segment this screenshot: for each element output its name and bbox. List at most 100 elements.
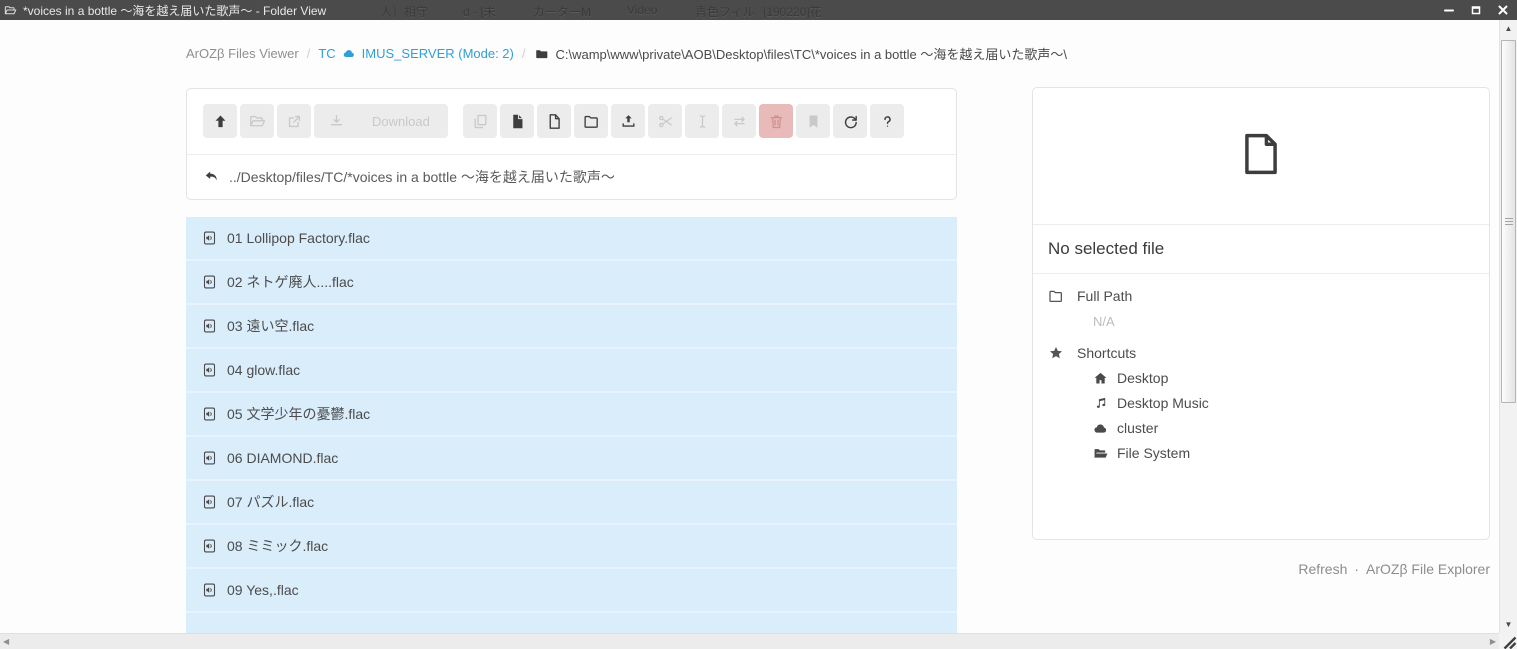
- maximize-button[interactable]: [1467, 2, 1485, 17]
- main-card: Download ../Desktop/files/TC/*voices in …: [186, 88, 957, 200]
- file-outline-icon: [546, 113, 563, 130]
- audio-file-icon: [202, 406, 217, 422]
- music-icon: [1093, 396, 1108, 411]
- current-directory-path: C:\wamp\www\private\AOB\Desktop\files\TC…: [556, 44, 1067, 63]
- toolbar-button-bookmark[interactable]: [796, 104, 830, 138]
- back-arrow-icon[interactable]: [203, 169, 220, 185]
- toolbar-button-refresh[interactable]: [833, 104, 867, 138]
- audio-file-icon: [202, 362, 217, 378]
- file-row[interactable]: 05 文学少年の憂鬱.flac: [186, 393, 957, 437]
- shortcuts-label: Shortcuts: [1077, 345, 1136, 361]
- audio-file-icon: [202, 538, 217, 554]
- audio-file-icon: [202, 494, 217, 510]
- scroll-left-button[interactable]: ◀: [3, 637, 9, 646]
- file-row[interactable]: 08 ミミック.flac: [186, 525, 957, 569]
- bookmark-icon: [805, 113, 822, 130]
- file-row[interactable]: 02 ネトゲ廃人....flac: [186, 261, 957, 305]
- file-row[interactable]: 01 Lollipop Factory.flac: [186, 217, 957, 261]
- breadcrumb-separator: /: [307, 46, 311, 61]
- scroll-right-button[interactable]: ▶: [1490, 637, 1496, 646]
- file-row[interactable]: 03 遠い空.flac: [186, 305, 957, 349]
- cloud-icon: [1093, 421, 1108, 436]
- titlebar-ghost-text: [190220]花: [763, 3, 822, 20]
- toolbar-button-move[interactable]: [722, 104, 756, 138]
- file-name: 05 文学少年の憂鬱.flac: [227, 404, 370, 424]
- toolbar-button-help[interactable]: [870, 104, 904, 138]
- audio-file-icon: [202, 274, 217, 290]
- home-icon: [1093, 371, 1108, 386]
- file-preview-icon: [1235, 123, 1287, 190]
- folder-outline-icon: [1048, 288, 1064, 304]
- refresh-link[interactable]: Refresh: [1298, 561, 1347, 577]
- relative-path-text: ../Desktop/files/TC/*voices in a bottle …: [229, 167, 615, 187]
- footer-separator: ·: [1354, 561, 1359, 577]
- breadcrumb-path: C:\wamp\www\private\AOB\Desktop\files\TC…: [534, 44, 1067, 63]
- refresh-icon: [842, 113, 859, 130]
- toolbar-button-delete[interactable]: [759, 104, 793, 138]
- trash-icon: [768, 113, 785, 130]
- audio-file-icon: [202, 318, 217, 334]
- scroll-up-button[interactable]: ▲: [1500, 20, 1517, 37]
- path-bar: ../Desktop/files/TC/*voices in a bottle …: [187, 155, 956, 199]
- vertical-scroll-thumb[interactable]: [1501, 40, 1516, 403]
- file-row[interactable]: 09 Yes,.flac: [186, 569, 957, 613]
- toolbar-button-open-external[interactable]: [277, 104, 311, 138]
- file-name: 03 遠い空.flac: [227, 316, 314, 336]
- horizontal-scrollbar[interactable]: ◀ ▶: [0, 633, 1499, 649]
- question-icon: [879, 113, 896, 130]
- close-button[interactable]: [1494, 2, 1512, 17]
- audio-file-icon: [202, 450, 217, 466]
- full-path-label: Full Path: [1077, 288, 1132, 304]
- upload-icon: [620, 113, 637, 130]
- cloud-icon: [341, 47, 357, 60]
- toolbar-button-new-file[interactable]: [537, 104, 571, 138]
- minimize-button[interactable]: [1440, 2, 1458, 17]
- audio-file-icon: [202, 582, 217, 598]
- shortcut-list: Desktop Desktop Music cluster File Syste…: [1093, 370, 1474, 461]
- titlebar-ghost-text: カーターM: [533, 3, 591, 20]
- shortcut-item-cluster[interactable]: cluster: [1093, 420, 1474, 436]
- file-name: 04 glow.flac: [227, 362, 300, 378]
- file-row[interactable]: 04 glow.flac: [186, 349, 957, 393]
- external-link-icon: [286, 113, 303, 130]
- scissors-icon: [657, 113, 674, 130]
- toolbar-button-upload[interactable]: [611, 104, 645, 138]
- folder-open-icon: [249, 113, 266, 130]
- titlebar-ghost-text: Video: [627, 3, 657, 17]
- file-name: 08 ミミック.flac: [227, 536, 328, 556]
- shortcut-item-file-system[interactable]: File System: [1093, 445, 1474, 461]
- toolbar-button-new-folder[interactable]: [574, 104, 608, 138]
- toolbar-button-rename[interactable]: [685, 104, 719, 138]
- file-name: 07 パズル.flac: [227, 492, 314, 512]
- breadcrumb-server: IMUS_SERVER (Mode: 2): [362, 46, 514, 61]
- file-row[interactable]: 06 DIAMOND.flac: [186, 437, 957, 481]
- toolbar-button-cut[interactable]: [648, 104, 682, 138]
- no-selected-file-title: No selected file: [1033, 225, 1489, 274]
- file-list: 01 Lollipop Factory.flac 02 ネトゲ廃人....fla…: [186, 217, 957, 633]
- file-row[interactable]: 07 パズル.flac: [186, 481, 957, 525]
- breadcrumb-separator: /: [522, 46, 526, 61]
- exchange-icon: [731, 113, 748, 130]
- vertical-scrollbar[interactable]: ▲ ▼: [1499, 20, 1517, 633]
- toolbar-button-go-up[interactable]: [203, 104, 237, 138]
- footer-app-name[interactable]: ArOZβ File Explorer: [1366, 561, 1490, 577]
- paste-icon: [509, 113, 526, 130]
- full-path-value: N/A: [1093, 314, 1474, 329]
- toolbar-button-download[interactable]: Download: [314, 104, 448, 138]
- copy-icon: [472, 113, 489, 130]
- footer: Refresh · ArOZβ File Explorer: [1298, 561, 1490, 577]
- shortcut-item-desktop[interactable]: Desktop: [1093, 370, 1474, 386]
- breadcrumb-server-link[interactable]: TC IMUS_SERVER (Mode: 2): [318, 46, 514, 61]
- shortcuts-row: Shortcuts: [1048, 345, 1474, 361]
- resize-grip[interactable]: [1499, 633, 1517, 649]
- scroll-down-button[interactable]: ▼: [1500, 616, 1517, 633]
- file-name: 09 Yes,.flac: [227, 582, 299, 598]
- arrow-up-icon: [212, 113, 229, 130]
- toolbar-button-paste[interactable]: [500, 104, 534, 138]
- shortcut-item-desktop-music[interactable]: Desktop Music: [1093, 395, 1474, 411]
- toolbar-button-open[interactable]: [240, 104, 274, 138]
- breadcrumb: ArOZβ Files Viewer / TC IMUS_SERVER (Mod…: [186, 44, 1067, 63]
- toolbar-button-copy[interactable]: [463, 104, 497, 138]
- download-icon: [328, 113, 345, 130]
- titlebar-ghost-text: d - [未: [463, 3, 496, 20]
